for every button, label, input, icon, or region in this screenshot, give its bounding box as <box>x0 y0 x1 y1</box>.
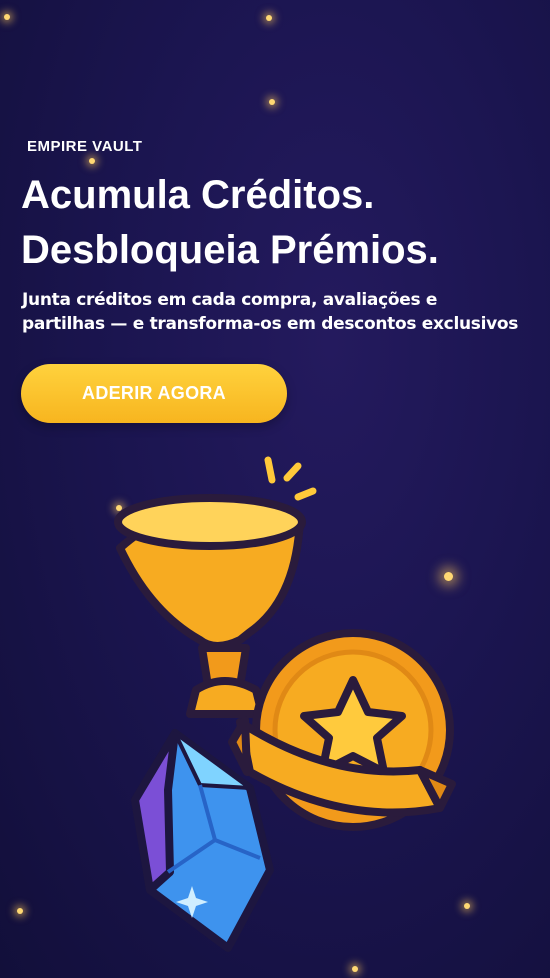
page-title: Acumula Créditos. Desbloqueia Prémios. <box>21 168 541 278</box>
star-sparkle <box>269 99 275 105</box>
hero-subtitle: Junta créditos em cada compra, avaliaçõe… <box>22 288 542 336</box>
headline-line-1: Acumula Créditos. <box>21 173 375 217</box>
sparkle-lines-icon <box>264 456 317 501</box>
star-sparkle <box>89 158 95 164</box>
headline-line-2: Desbloqueia Prémios. <box>21 228 439 272</box>
brand-eyebrow: EMPIRE VAULT <box>27 138 143 155</box>
star-medal-icon <box>228 629 456 831</box>
rewards-illustration <box>114 456 456 952</box>
subtitle-line-1: Junta créditos em cada compra, avaliaçõe… <box>22 290 438 310</box>
star-sparkle <box>266 15 272 21</box>
star-sparkle <box>4 14 10 20</box>
join-now-button[interactable]: ADERIR AGORA <box>21 364 287 423</box>
subtitle-line-2: partilhas — e transforma-os em descontos… <box>22 314 519 334</box>
